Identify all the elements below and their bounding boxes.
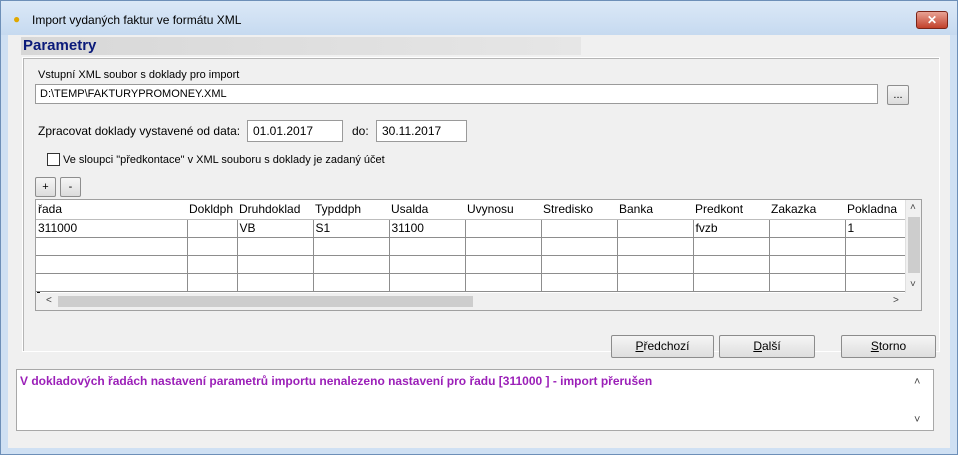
grid-cell[interactable]: 311000 <box>36 219 188 238</box>
grid-cell[interactable] <box>465 219 542 238</box>
grid-column-header[interactable]: Typddph <box>313 200 389 220</box>
grid-header-row: řada Dokldph Druhdoklad Typddph Usalda Uvynos… <box>36 200 915 220</box>
cancel-button-label: torno <box>878 339 907 353</box>
grid-cell[interactable] <box>541 237 618 256</box>
app-icon: ● <box>13 12 21 26</box>
scroll-left-icon[interactable]: < <box>46 295 52 307</box>
grid-cell[interactable] <box>769 255 846 274</box>
grid-horizontal-scrollbar[interactable]: < > <box>36 293 921 310</box>
error-message: V dokladových řadách nastavení parametrů… <box>20 374 653 388</box>
grid-cell[interactable]: S1 <box>313 219 390 238</box>
table-row[interactable] <box>36 273 916 292</box>
grid-column-header[interactable]: Uvynosu <box>465 200 541 220</box>
grid-cell[interactable] <box>187 255 238 274</box>
grid-cell[interactable]: VB <box>237 219 314 238</box>
table-row[interactable] <box>36 237 916 256</box>
import-dialog-window: ● Import vydaných faktur ve formátu XML … <box>0 0 958 455</box>
previous-button[interactable]: Předchozí <box>611 335 714 358</box>
grid-cell[interactable] <box>237 237 314 256</box>
grid-cell[interactable] <box>617 237 694 256</box>
scroll-right-icon[interactable]: > <box>893 295 899 307</box>
parameters-panel: Vstupní XML soubor s doklady pro import … <box>22 57 940 352</box>
grid-column-header[interactable]: řada <box>36 200 187 220</box>
table-row[interactable]: 311000 VB S1 31100 fvzb 1 <box>36 219 916 238</box>
add-row-button[interactable]: + <box>35 177 56 197</box>
next-button-mnemonic: D <box>753 339 762 353</box>
cancel-button-mnemonic: S <box>870 339 879 353</box>
grid-vertical-scroll-thumb[interactable] <box>908 217 920 273</box>
grid-cell[interactable] <box>769 219 846 238</box>
grid-column-header[interactable]: Banka <box>617 200 693 220</box>
grid-cell[interactable] <box>36 273 188 292</box>
date-from-label: Zpracovat doklady vystavené od data: <box>38 124 241 138</box>
grid-cell[interactable] <box>617 255 694 274</box>
grid-column-header[interactable]: Stredisko <box>541 200 617 220</box>
grid-column-header[interactable]: Usalda <box>389 200 465 220</box>
close-button[interactable]: ✕ <box>916 11 948 29</box>
grid-cell[interactable] <box>617 273 694 292</box>
grid-cell[interactable] <box>465 255 542 274</box>
grid-column-header[interactable]: Predkont <box>693 200 769 220</box>
message-scroll-down-icon[interactable]: ˅ <box>914 414 920 426</box>
close-icon: ✕ <box>926 13 938 27</box>
file-label: Vstupní XML soubor s doklady pro import <box>38 69 240 81</box>
grid-cell[interactable] <box>693 255 770 274</box>
grid-column-header[interactable]: Zakazka <box>769 200 845 220</box>
grid-cell[interactable] <box>237 255 314 274</box>
grid-vertical-scrollbar[interactable]: ˄ ˅ <box>905 200 921 294</box>
grid-cell[interactable] <box>389 255 466 274</box>
series-grid[interactable]: řada Dokldph Druhdoklad Typddph Usalda Uvynos… <box>35 199 922 311</box>
grid-cell[interactable] <box>693 273 770 292</box>
remove-row-button[interactable]: - <box>60 177 81 197</box>
grid-cell[interactable] <box>313 273 390 292</box>
scroll-down-icon[interactable]: ˅ <box>910 279 916 291</box>
dialog-client-area: Parametry Vstupní XML soubor s doklady p… <box>8 35 950 448</box>
grid-cell[interactable] <box>313 255 390 274</box>
grid-cell[interactable] <box>237 273 314 292</box>
grid-cell[interactable] <box>313 237 390 256</box>
grid-cell[interactable] <box>465 237 542 256</box>
grid-cell[interactable] <box>389 273 466 292</box>
grid-cell[interactable] <box>187 273 238 292</box>
grid-cell[interactable]: fvzb <box>693 219 770 238</box>
grid-cell[interactable] <box>541 255 618 274</box>
grid-cell[interactable] <box>541 219 618 238</box>
table-row[interactable] <box>36 255 916 274</box>
xml-file-path-input[interactable]: D:\TEMP\FAKTURYPROMONEY.XML <box>35 84 878 104</box>
grid-horizontal-scroll-thumb[interactable] <box>58 296 473 307</box>
date-from-input[interactable]: 01.01.2017 <box>247 120 343 142</box>
previous-button-label: ředchozí <box>643 339 690 353</box>
grid-cell[interactable] <box>541 273 618 292</box>
next-button-label: alší <box>761 339 781 353</box>
grid-column-header[interactable]: Druhdoklad <box>237 200 313 220</box>
grid-cell[interactable] <box>36 255 188 274</box>
grid-cell[interactable] <box>187 237 238 256</box>
grid-cell[interactable] <box>465 273 542 292</box>
window-title: Import vydaných faktur ve formátu XML <box>32 13 242 27</box>
grid-cell[interactable] <box>617 219 694 238</box>
title-bar[interactable]: ● Import vydaných faktur ve formátu XML … <box>1 1 957 35</box>
grid-cell[interactable]: 31100 <box>389 219 466 238</box>
grid-column-header[interactable]: Dokldph <box>187 200 237 220</box>
grid-cell[interactable] <box>36 237 188 256</box>
date-to-label: do: <box>352 124 369 138</box>
predkontace-checkbox-label: Ve sloupci "předkontace" v XML souboru s… <box>63 154 385 166</box>
predkontace-checkbox[interactable] <box>47 153 60 166</box>
section-title: Parametry <box>21 37 581 55</box>
grid-cell[interactable] <box>769 273 846 292</box>
browse-button[interactable]: ... <box>887 85 909 105</box>
grid-cell[interactable] <box>693 237 770 256</box>
date-to-input[interactable]: 30.11.2017 <box>376 120 467 142</box>
grid-cell[interactable] <box>187 219 238 238</box>
scroll-up-icon[interactable]: ˄ <box>910 202 916 214</box>
message-scroll-up-icon[interactable]: ˄ <box>914 376 920 388</box>
grid-cell[interactable] <box>389 237 466 256</box>
grid-table: řada Dokldph Druhdoklad Typddph Usalda Uvynos… <box>36 200 916 292</box>
next-button[interactable]: Další <box>719 335 815 358</box>
cancel-button[interactable]: Storno <box>841 335 936 358</box>
grid-cell[interactable] <box>769 237 846 256</box>
message-box[interactable]: V dokladových řadách nastavení parametrů… <box>16 369 934 431</box>
